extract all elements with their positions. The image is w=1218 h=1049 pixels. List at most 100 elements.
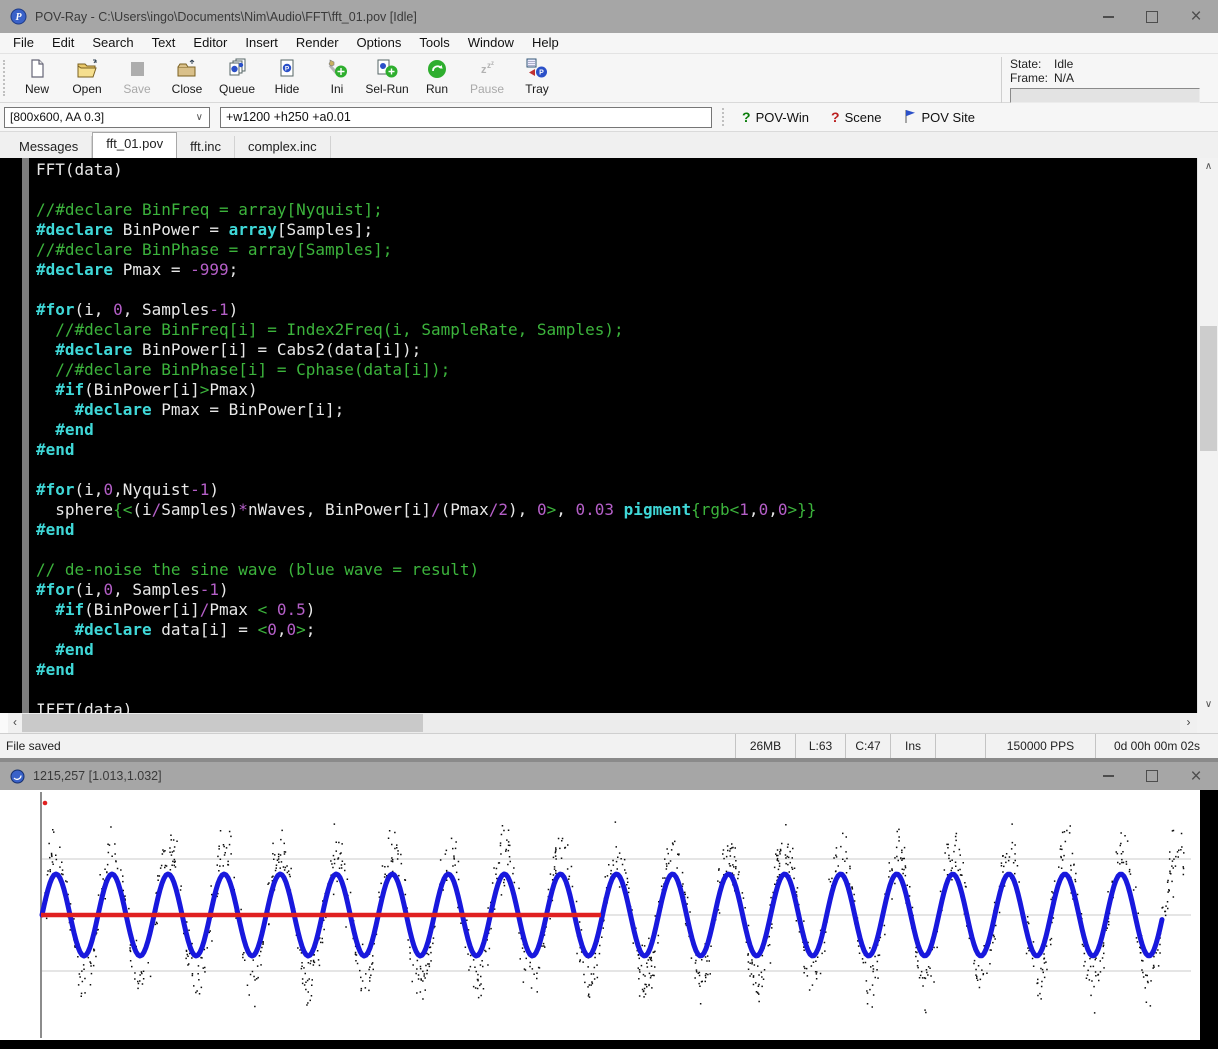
maximize-button[interactable]	[1130, 762, 1174, 790]
render-progress-bar	[1010, 88, 1200, 103]
main-window-titlebar[interactable]: P POV-Ray - C:\Users\ingo\Documents\Nim\…	[0, 0, 1218, 33]
help-question-icon: ?	[742, 109, 751, 125]
minimize-icon	[1103, 16, 1114, 18]
status-line: L:63	[795, 734, 845, 758]
close-icon: ×	[1190, 7, 1201, 26]
code-line: //#declare BinFreq = array[Nyquist];	[36, 200, 816, 220]
code-line	[36, 180, 816, 200]
scrollbar-corner	[1197, 713, 1218, 733]
queue-icon	[224, 55, 250, 81]
code-line: //#declare BinPhase[i] = Cphase(data[i])…	[36, 360, 816, 380]
help-question-icon: ?	[831, 109, 840, 125]
editor-vertical-scrollbar[interactable]: ∧ ∨	[1197, 158, 1218, 713]
close-button[interactable]: ×	[1174, 762, 1218, 790]
menu-edit[interactable]: Edit	[43, 33, 83, 53]
code-line: #if(BinPower[i]/Pmax < 0.5)	[36, 600, 816, 620]
code-line	[36, 280, 816, 300]
maximize-icon	[1146, 11, 1158, 23]
run-icon	[424, 55, 450, 81]
render-state-panel: State:Idle Frame:N/A	[1001, 57, 1214, 103]
render-output-area	[0, 790, 1218, 1049]
menu-window[interactable]: Window	[459, 33, 523, 53]
code-text: FFT(data) //#declare BinFreq = array[Nyq…	[36, 160, 816, 713]
scroll-down-arrow-icon[interactable]: ∨	[1198, 696, 1218, 713]
open-folder-icon	[74, 55, 100, 81]
tab-messages[interactable]: Messages	[6, 136, 92, 158]
menu-bar: FileEditSearchTextEditorInsertRenderOpti…	[0, 33, 1218, 54]
close-button[interactable]: ×	[1174, 0, 1218, 33]
code-line: #end	[36, 440, 816, 460]
menu-search[interactable]: Search	[83, 33, 142, 53]
open-label: Open	[72, 82, 101, 96]
pov-win-label: POV-Win	[756, 110, 809, 125]
tab-complex-inc[interactable]: complex.inc	[235, 136, 331, 158]
save-icon	[124, 55, 150, 81]
menu-file[interactable]: File	[4, 33, 43, 53]
code-line: #if(BinPower[i]>Pmax)	[36, 380, 816, 400]
code-line	[36, 540, 816, 560]
main-window-controls: ×	[1086, 0, 1218, 33]
horizontal-scroll-thumb[interactable]	[22, 714, 423, 732]
code-line: //#declare BinFreq[i] = Index2Freq(i, Sa…	[36, 320, 816, 340]
menu-render[interactable]: Render	[287, 33, 348, 53]
close-icon: ×	[1190, 767, 1201, 786]
pov-site-button[interactable]: POV Site	[903, 108, 974, 127]
tray-label: Tray	[525, 82, 549, 96]
resolution-preset-dropdown[interactable]: [800x600, AA 0.3] ∨	[4, 107, 210, 128]
sel-run-button[interactable]: Sel-Run	[362, 55, 412, 96]
command-line-input[interactable]	[220, 107, 712, 128]
minimize-button[interactable]	[1086, 762, 1130, 790]
frame-label: Frame:	[1010, 71, 1054, 85]
menu-tools[interactable]: Tools	[410, 33, 458, 53]
hide-label: Hide	[275, 82, 300, 96]
tab-fft-01-pov[interactable]: fft_01.pov	[92, 132, 177, 158]
scroll-up-arrow-icon[interactable]: ∧	[1198, 158, 1218, 175]
menu-options[interactable]: Options	[348, 33, 411, 53]
vertical-scroll-thumb[interactable]	[1200, 326, 1217, 451]
code-line: //#declare BinPhase = array[Samples];	[36, 240, 816, 260]
code-line: #declare Pmax = -999;	[36, 260, 816, 280]
ini-tools-icon	[324, 55, 350, 81]
tray-button[interactable]: P Tray	[512, 55, 562, 96]
run-button[interactable]: Run	[412, 55, 462, 96]
editor-horizontal-scrollbar[interactable]: ‹ ›	[0, 713, 1218, 733]
maximize-button[interactable]	[1130, 0, 1174, 33]
close-button[interactable]: Close	[162, 55, 212, 96]
scene-label: Scene	[845, 110, 882, 125]
new-document-icon	[24, 55, 50, 81]
povray-application: P POV-Ray - C:\Users\ingo\Documents\Nim\…	[0, 0, 1218, 1049]
code-line: #declare data[i] = <0,0>;	[36, 620, 816, 640]
menu-editor[interactable]: Editor	[184, 33, 236, 53]
open-button[interactable]: Open	[62, 55, 112, 96]
minimize-icon	[1103, 775, 1114, 777]
code-editor[interactable]: FFT(data) //#declare BinFreq = array[Nyq…	[0, 158, 1218, 713]
hide-button[interactable]: PHide	[262, 55, 312, 96]
render-window-titlebar[interactable]: 1215,257 [1.013,1.032] ×	[0, 762, 1218, 790]
save-button: Save	[112, 55, 162, 96]
scroll-left-arrow-icon[interactable]: ‹	[8, 713, 22, 733]
code-line: IFFT(data)	[36, 700, 816, 713]
toolbar-grip	[722, 108, 724, 126]
chevron-down-icon: ∨	[196, 112, 203, 123]
new-button[interactable]: New	[12, 55, 62, 96]
save-label: Save	[123, 82, 150, 96]
code-line: // de-noise the sine wave (blue wave = r…	[36, 560, 816, 580]
render-window-controls: ×	[1086, 762, 1218, 790]
svg-text:P: P	[539, 70, 544, 77]
menu-help[interactable]: Help	[523, 33, 568, 53]
menu-insert[interactable]: Insert	[236, 33, 287, 53]
minimize-button[interactable]	[1086, 0, 1130, 33]
scroll-right-arrow-icon[interactable]: ›	[1180, 713, 1197, 733]
tab-fft-inc[interactable]: fft.inc	[177, 136, 235, 158]
svg-text:z: z	[491, 61, 494, 67]
pov-win-button[interactable]: ? POV-Win	[742, 109, 809, 125]
menu-text[interactable]: Text	[143, 33, 185, 53]
scene-button[interactable]: ? Scene	[831, 109, 881, 125]
code-line: sphere{<(i/Samples)*nWaves, BinPower[i]/…	[36, 500, 816, 520]
status-render-time: 0d 00h 00m 02s	[1095, 734, 1218, 758]
ini-button[interactable]: Ini	[312, 55, 362, 96]
status-pps: 150000 PPS	[985, 734, 1095, 758]
queue-button[interactable]: Queue	[212, 55, 262, 96]
run-label: Run	[426, 82, 448, 96]
status-message: File saved	[0, 734, 735, 758]
